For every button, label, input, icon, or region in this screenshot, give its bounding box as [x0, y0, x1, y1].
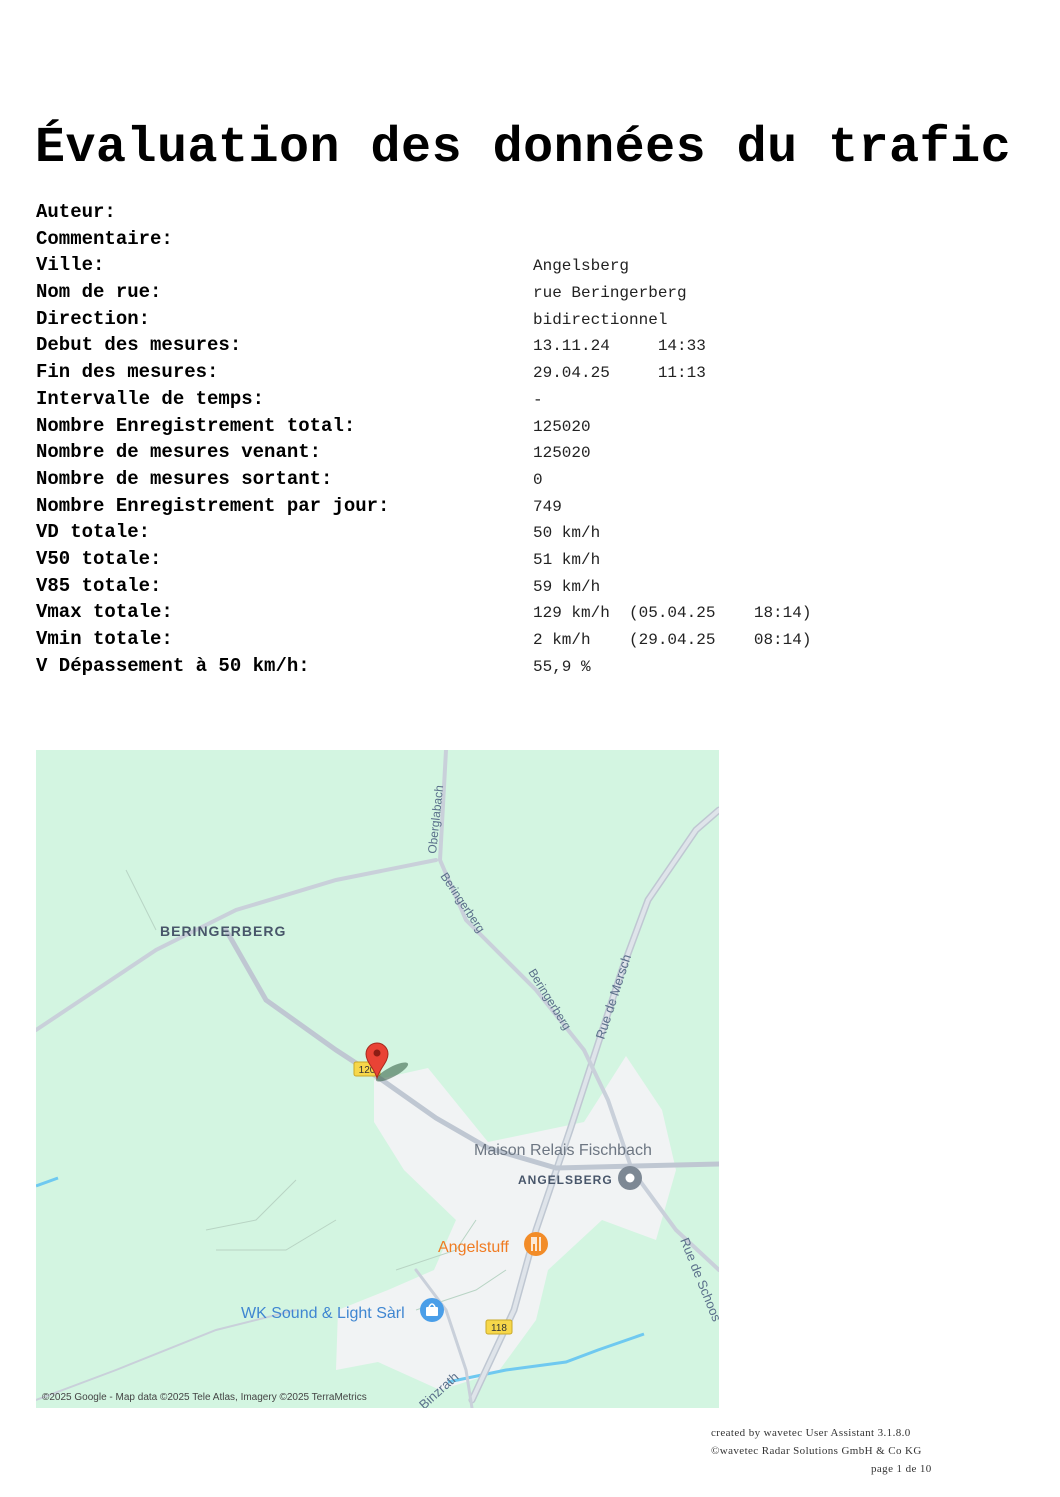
- field-label: Vmin totale:: [36, 628, 173, 650]
- row-enregistrement-par-jour: Nombre Enregistrement par jour: 749: [36, 493, 1036, 520]
- label-beringerberg-locality: BERINGERBERG: [160, 923, 286, 939]
- label-wk-sound: WK Sound & Light Sàrl: [241, 1305, 405, 1322]
- field-value: 13.11.24 14:33: [533, 337, 706, 356]
- row-vmax-totale: Vmax totale: 129 km/h (05.04.25 18:14): [36, 599, 1036, 626]
- field-label: Direction:: [36, 307, 151, 330]
- row-mesures-sortant: Nombre de mesures sortant: 0: [36, 466, 1036, 493]
- field-value: -: [533, 390, 543, 409]
- field-value: 0: [533, 470, 543, 489]
- row-v50-totale: V50 totale: 51 km/h: [36, 546, 1036, 573]
- row-auteur: Auteur:: [36, 199, 1036, 226]
- page-number: page 1 de 10: [871, 1463, 932, 1475]
- field-value: 29.04.25 11:13: [533, 364, 706, 383]
- row-v85-totale: V85 totale: 59 km/h: [36, 573, 1036, 600]
- page-footer: created by wavetec User Assistant 3.1.8.…: [711, 1424, 932, 1478]
- svg-text:118: 118: [491, 1323, 507, 1334]
- field-label: Nombre de mesures venant:: [36, 441, 322, 464]
- label-angelstuff: Angelstuff: [438, 1239, 509, 1256]
- field-label: Debut des mesures:: [36, 334, 242, 357]
- row-debut-mesures: Debut des mesures: 13.11.24 14:33: [36, 332, 1036, 359]
- field-label: Nom de rue:: [36, 281, 162, 304]
- field-label: VD totale:: [36, 521, 151, 544]
- field-label: Vmax totale:: [36, 601, 173, 624]
- field-label: Auteur:: [36, 201, 116, 223]
- row-ville: Ville: Angelsberg: [36, 252, 1036, 279]
- field-label: Nombre de mesures sortant:: [36, 467, 333, 490]
- row-vd-totale: VD totale: 50 km/h: [36, 519, 1036, 546]
- field-value: 2 km/h (29.04.25 08:14): [533, 631, 812, 649]
- measurement-summary: Auteur: Commentaire: Ville: Angelsberg No…: [36, 199, 1036, 679]
- page-title: Évaluation des données du trafic: [35, 120, 1012, 177]
- row-fin-mesures: Fin des mesures: 29.04.25 11:13: [36, 359, 1036, 386]
- row-commentaire: Commentaire:: [36, 226, 1036, 253]
- field-label: V Dépassement à 50 km/h:: [36, 654, 310, 677]
- field-value: 50 km/h: [533, 524, 601, 543]
- field-label: Ville:: [36, 254, 105, 277]
- field-value: Angelsberg: [533, 257, 630, 276]
- footer-copyright: ©wavetec Radar Solutions GmbH & Co KG: [711, 1445, 922, 1457]
- field-label: V50 totale:: [36, 547, 162, 570]
- row-v-depassement: V Dépassement à 50 km/h: 55,9 %: [36, 653, 1036, 680]
- field-value: 129 km/h (05.04.25 18:14): [533, 604, 812, 623]
- field-value: 125020: [533, 417, 591, 436]
- field-label: Commentaire:: [36, 227, 173, 250]
- field-value: 51 km/h: [533, 550, 601, 569]
- field-label: Nombre Enregistrement par jour:: [36, 494, 390, 517]
- gray-place-pin-icon: [618, 1166, 642, 1190]
- field-value: rue Beringerberg: [533, 284, 687, 303]
- restaurant-pin-icon: [524, 1232, 548, 1256]
- field-value: 125020: [533, 444, 591, 463]
- row-mesures-venant: Nombre de mesures venant: 125020: [36, 439, 1036, 466]
- map-canvas: 120 118 BERINGERBERG Oberglabach Beringe…: [36, 750, 719, 1408]
- label-maison-relais: Maison Relais Fischbach: [474, 1142, 652, 1159]
- location-map: 120 118 BERINGERBERG Oberglabach Beringe…: [36, 750, 719, 1408]
- field-value: bidirectionnel: [533, 310, 668, 329]
- row-nom-de-rue: Nom de rue: rue Beringerberg: [36, 279, 1036, 306]
- field-label: Nombre Enregistrement total:: [36, 414, 356, 437]
- label-angelsberg: ANGELSBERG: [518, 1173, 613, 1187]
- road-shield-118: 118: [485, 1319, 513, 1335]
- field-value: 749: [533, 497, 562, 516]
- field-value: 55,9 %: [533, 657, 591, 676]
- field-value: 59 km/h: [533, 577, 601, 596]
- map-attribution: ©2025 Google - Map data ©2025 Tele Atlas…: [42, 1392, 367, 1403]
- row-intervalle: Intervalle de temps: -: [36, 386, 1036, 413]
- shopping-bag-pin-icon: [420, 1298, 444, 1322]
- field-label: Fin des mesures:: [36, 361, 219, 384]
- row-enregistrement-total: Nombre Enregistrement total: 125020: [36, 413, 1036, 440]
- row-direction: Direction: bidirectionnel: [36, 306, 1036, 333]
- field-label: V85 totale:: [36, 574, 162, 597]
- field-label: Intervalle de temps:: [36, 387, 265, 410]
- row-vmin-totale: Vmin totale: 2 km/h (29.04.25 08:14): [36, 626, 1036, 653]
- footer-created-by: created by wavetec User Assistant 3.1.8.…: [711, 1427, 911, 1439]
